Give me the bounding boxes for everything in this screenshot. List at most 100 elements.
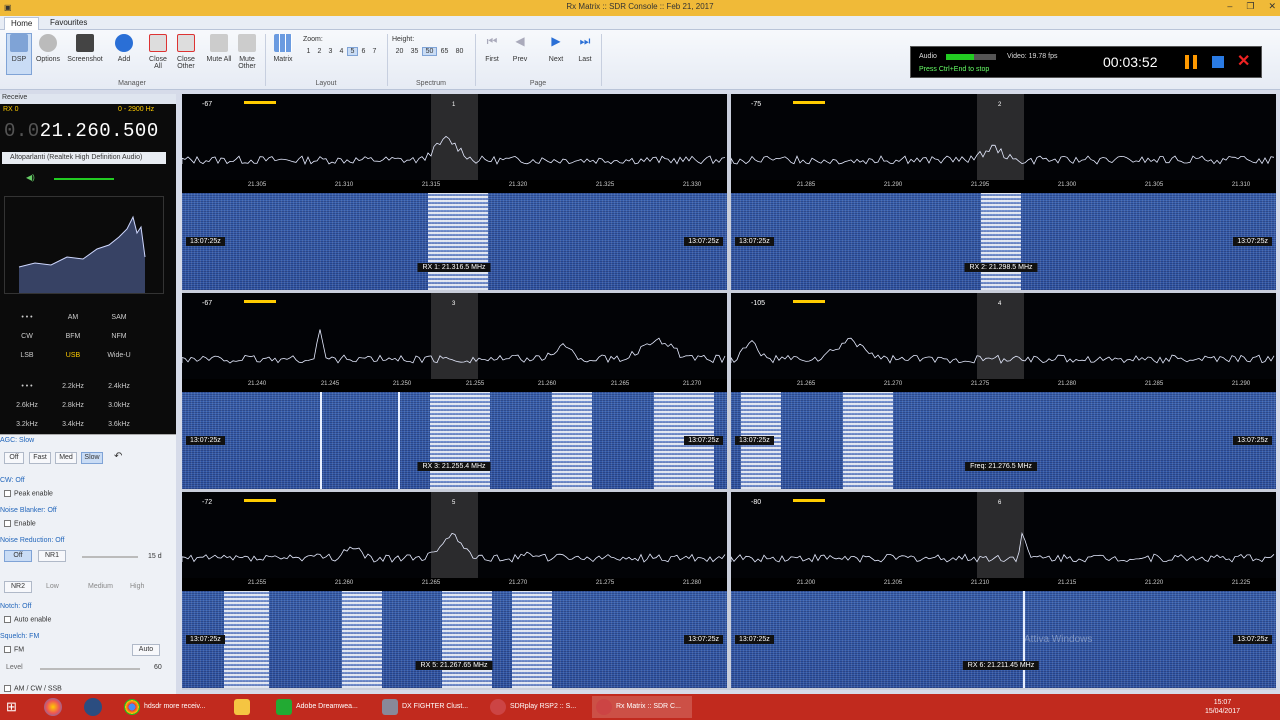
bw-2-2[interactable]: 2.2kHz <box>50 383 96 390</box>
stop-icon[interactable] <box>1212 56 1224 68</box>
mode-lsb[interactable]: LSB <box>4 352 50 359</box>
receiver-panel-1[interactable]: -67 1 21.305 21.310 21.315 21.320 21.325 21.330… <box>182 94 727 290</box>
mode-wide-u[interactable]: Wide-U <box>96 352 142 359</box>
spectrum-view[interactable]: -67 1 <box>182 94 727 180</box>
waterfall-view[interactable]: 13:07:25z 13:07:25z RX 2: 21.298.5 MHz <box>731 193 1276 290</box>
frequency-display[interactable]: 0.021.260.500 <box>4 120 159 142</box>
spectrum-view[interactable]: -75 2 <box>731 94 1276 180</box>
spectrum-view[interactable]: -105 4 <box>731 293 1276 379</box>
mode-sam[interactable]: SAM <box>96 314 142 321</box>
mode-bfm[interactable]: BFM <box>50 333 96 340</box>
nr-level-low[interactable]: Low <box>46 583 59 590</box>
zoom-6[interactable]: 6 <box>358 47 369 56</box>
height-65[interactable]: 65 <box>437 47 452 56</box>
nr-off-button[interactable]: Off <box>4 550 32 562</box>
height-20[interactable]: 20 <box>392 47 407 56</box>
waterfall-view[interactable]: 13:07:25z 13:07:25z RX 6: 21.211.45 MHz <box>731 591 1276 688</box>
spectrum-view[interactable]: -80 6 <box>731 492 1276 578</box>
fm-checkbox[interactable]: FM <box>4 646 24 653</box>
nr2-button[interactable]: NR2 <box>4 581 32 593</box>
mode-more[interactable]: • • • <box>4 314 50 321</box>
waterfall-view[interactable]: 13:07:25z 13:07:25z RX 3: 21.255.4 MHz <box>182 392 727 489</box>
bw-3-4[interactable]: 3.4kHz <box>50 421 96 428</box>
agc-slow-button[interactable]: Slow <box>81 452 103 464</box>
taskbar-clock[interactable]: 15:07 15/04/2017 <box>1205 698 1240 716</box>
noise-reduction-heading[interactable]: Noise Reduction: Off <box>0 537 64 544</box>
agc-med-button[interactable]: Med <box>55 452 77 464</box>
dsp-button[interactable]: DSP <box>6 33 32 75</box>
start-icon[interactable]: ⊞ <box>6 699 22 715</box>
bw-3-6[interactable]: 3.6kHz <box>96 421 142 428</box>
tab-home[interactable]: Home <box>4 17 40 30</box>
task-dx-fighter[interactable]: DX FIGHTER Clust... <box>378 696 478 718</box>
task-chrome[interactable]: hdsdr more receiv... <box>120 696 224 718</box>
task-rx-matrix[interactable]: Rx Matrix :: SDR C... <box>592 696 692 718</box>
matrix-button[interactable]: Matrix <box>270 34 296 63</box>
app-icon[interactable] <box>84 698 102 716</box>
task-sdrplay[interactable]: SDRplay RSP2 :: S... <box>486 696 586 718</box>
zoom-5[interactable]: 5 <box>347 47 358 56</box>
zoom-4[interactable]: 4 <box>336 47 347 56</box>
bw-2-8[interactable]: 2.8kHz <box>50 402 96 409</box>
receiver-panel-5[interactable]: -72 5 21.255 21.260 21.265 21.270 21.275 21.280… <box>182 492 727 688</box>
minimize-button[interactable]: – <box>1227 1 1232 12</box>
task-dreamweaver[interactable]: Adobe Dreamwea... <box>272 696 372 718</box>
nb-enable-checkbox[interactable]: Enable <box>4 520 36 527</box>
waterfall-view[interactable]: 13:07:25z 13:07:25z RX 5: 21.267.65 MHz <box>182 591 727 688</box>
height-50[interactable]: 50 <box>422 47 437 56</box>
height-80[interactable]: 80 <box>452 47 467 56</box>
nr-slider[interactable] <box>82 556 138 558</box>
mode-am[interactable]: AM <box>50 314 96 321</box>
mute-other-button[interactable]: Mute Other <box>234 34 260 70</box>
peak-enable-checkbox[interactable]: Peak enable <box>4 490 53 497</box>
mode-usb[interactable]: USB <box>50 352 96 359</box>
task-folder[interactable] <box>230 696 266 718</box>
nr-level-high[interactable]: High <box>130 583 144 590</box>
agc-fast-button[interactable]: Fast <box>29 452 51 464</box>
receiver-panel-4[interactable]: -105 4 21.265 21.270 21.275 21.280 21.285 21.29… <box>731 293 1276 489</box>
am-cw-ssb-checkbox[interactable]: AM / CW / SSB <box>4 685 62 692</box>
firefox-icon[interactable] <box>44 698 62 716</box>
cw-heading[interactable]: CW: Off <box>0 477 25 484</box>
zoom-3[interactable]: 3 <box>325 47 336 56</box>
last-button[interactable]: ⏭ Last <box>572 34 598 63</box>
receiver-panel-3[interactable]: -67 3 21.240 21.245 21.250 21.255 21.260 21.265… <box>182 293 727 489</box>
add-button[interactable]: Add <box>111 34 137 63</box>
bw-3-2[interactable]: 3.2kHz <box>4 421 50 428</box>
close-other-button[interactable]: Close Other <box>173 34 199 70</box>
bw-2-4[interactable]: 2.4kHz <box>96 383 142 390</box>
options-button[interactable]: Options <box>35 34 61 63</box>
volume-slider[interactable]: ◀) <box>4 173 164 184</box>
bw-3-0[interactable]: 3.0kHz <box>96 402 142 409</box>
agc-heading[interactable]: AGC: Slow <box>0 437 34 444</box>
next-button[interactable]: ▶ Next <box>543 34 569 63</box>
zoom-7[interactable]: 7 <box>369 47 380 56</box>
auto-enable-checkbox[interactable]: Auto enable <box>4 616 51 623</box>
close-window-button[interactable]: ✕ <box>1268 1 1276 12</box>
maximize-button[interactable]: ❐ <box>1246 1 1254 12</box>
mode-nfm[interactable]: NFM <box>96 333 142 340</box>
tab-favourites[interactable]: Favourites <box>44 17 93 30</box>
nr-level-medium[interactable]: Medium <box>88 583 113 590</box>
noise-blanker-heading[interactable]: Noise Blanker: Off <box>0 507 57 514</box>
pause-icon[interactable] <box>1185 55 1197 69</box>
zoom-2[interactable]: 2 <box>314 47 325 56</box>
close-icon[interactable]: ✕ <box>1237 51 1250 71</box>
agc-off-button[interactable]: Off <box>4 452 24 464</box>
bw-2-6[interactable]: 2.6kHz <box>4 402 50 409</box>
notch-heading[interactable]: Notch: Off <box>0 603 31 610</box>
spectrum-view[interactable]: -72 5 <box>182 492 727 578</box>
waterfall-view[interactable]: 13:07:25z 13:07:25z RX 1: 21.316.5 MHz <box>182 193 727 290</box>
prev-button[interactable]: ◀ Prev <box>507 34 533 63</box>
undo-icon[interactable]: ↶ <box>114 451 122 462</box>
first-button[interactable]: ⏮ First <box>479 34 505 63</box>
close-all-button[interactable]: Close All <box>145 34 171 70</box>
mute-all-button[interactable]: Mute All <box>206 34 232 63</box>
waterfall-view[interactable]: 13:07:25z 13:07:25z Freq: 21.276.5 MHz <box>731 392 1276 489</box>
squelch-auto-button[interactable]: Auto <box>132 644 160 656</box>
height-35[interactable]: 35 <box>407 47 422 56</box>
receiver-panel-6[interactable]: -80 6 21.200 21.205 21.210 21.215 21.220 21.225… <box>731 492 1276 688</box>
mode-cw[interactable]: CW <box>4 333 50 340</box>
spectrum-view[interactable]: -67 3 <box>182 293 727 379</box>
screenshot-button[interactable]: Screenshot <box>66 34 104 63</box>
